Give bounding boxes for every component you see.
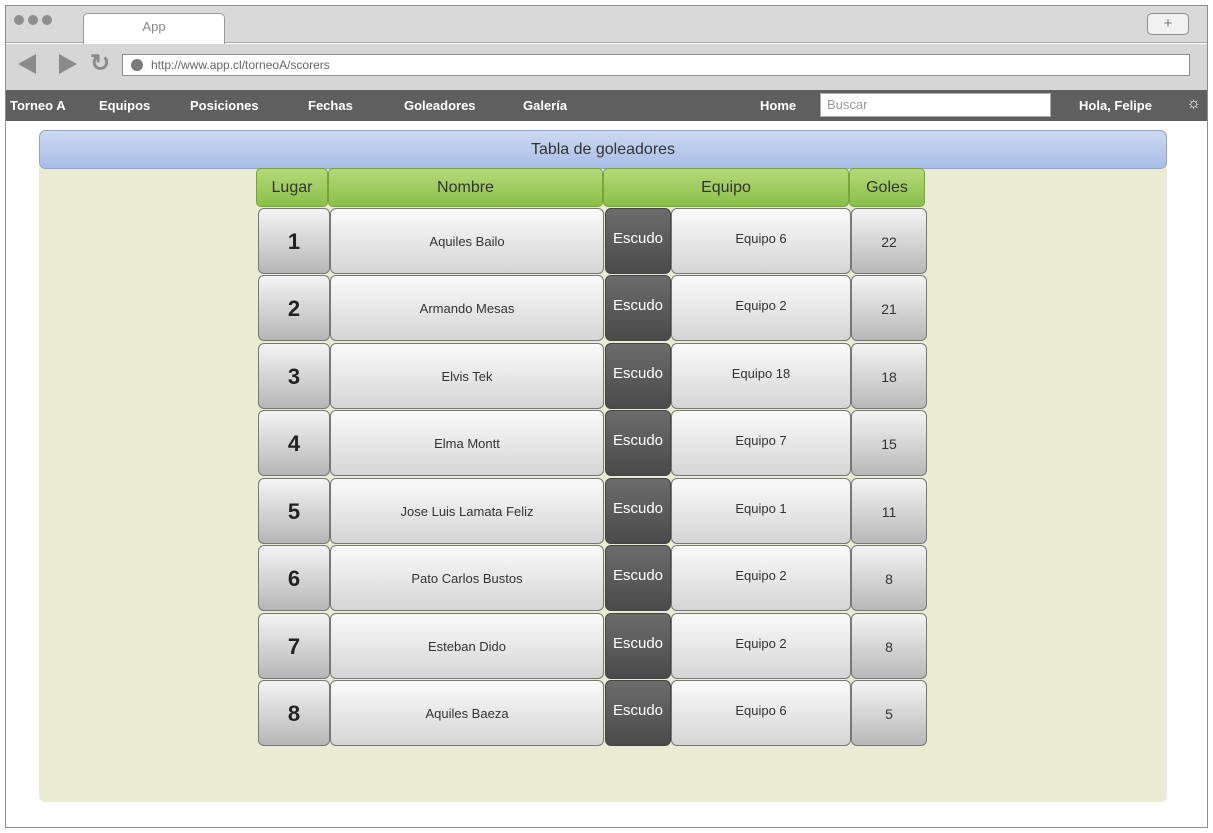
- team-name-cell: Equipo 18: [671, 343, 851, 409]
- goals-cell: 15: [851, 410, 927, 476]
- team-crest-cell: Escudo: [605, 680, 671, 746]
- header-name: Nombre: [328, 168, 603, 207]
- menu-item-home[interactable]: Home: [760, 98, 796, 113]
- team-crest-cell: Escudo: [605, 478, 671, 544]
- player-name-cell: Elma Montt: [330, 410, 604, 476]
- place-cell: 1: [258, 208, 330, 274]
- team-crest-cell: Escudo: [605, 208, 671, 274]
- browser-tab[interactable]: App: [83, 13, 225, 44]
- menu-item-goleadores[interactable]: Goleadores: [404, 98, 476, 113]
- place-cell: 3: [258, 343, 330, 409]
- place-cell: 5: [258, 478, 330, 544]
- title-bar: App +: [6, 6, 1207, 44]
- browser-window: App + ↻ http://www.app.cl/torneoA/scorer…: [5, 5, 1208, 828]
- team-name-cell: Equipo 2: [671, 613, 851, 679]
- menu-bar: Torneo A Equipos Posiciones Fechas Golea…: [6, 90, 1207, 121]
- new-tab-button[interactable]: +: [1147, 13, 1189, 35]
- team-name-cell: Equipo 2: [671, 275, 851, 341]
- place-cell: 8: [258, 680, 330, 746]
- header-goals: Goles: [849, 168, 925, 207]
- user-greeting[interactable]: Hola, Felipe: [1079, 98, 1152, 113]
- place-cell: 2: [258, 275, 330, 341]
- goals-cell: 22: [851, 208, 927, 274]
- header-place: Lugar: [256, 168, 328, 207]
- team-name-cell: Equipo 6: [671, 680, 851, 746]
- team-name-cell: Equipo 6: [671, 208, 851, 274]
- address-bar-row: ↻ http://www.app.cl/torneoA/scorers: [6, 44, 1207, 90]
- place-cell: 4: [258, 410, 330, 476]
- site-info-icon: [131, 59, 143, 71]
- player-name-cell: Elvis Tek: [330, 343, 604, 409]
- close-window-icon[interactable]: [14, 15, 24, 25]
- gear-icon[interactable]: ☼: [1186, 95, 1201, 113]
- player-name-cell: Aquiles Baeza: [330, 680, 604, 746]
- team-crest-cell: Escudo: [605, 275, 671, 341]
- team-name-cell: Equipo 1: [671, 478, 851, 544]
- menu-item-fechas[interactable]: Fechas: [308, 98, 353, 113]
- reload-icon[interactable]: ↻: [90, 52, 110, 76]
- window-controls: [14, 15, 52, 25]
- header-team: Equipo: [603, 168, 849, 207]
- forward-arrow-icon[interactable]: [59, 54, 77, 74]
- team-crest-cell: Escudo: [605, 410, 671, 476]
- search-input[interactable]: Buscar: [820, 93, 1051, 117]
- page-title: Tabla de goleadores: [39, 130, 1167, 169]
- menu-brand[interactable]: Torneo A: [10, 98, 66, 113]
- player-name-cell: Aquiles Bailo: [330, 208, 604, 274]
- team-crest-cell: Escudo: [605, 545, 671, 611]
- player-name-cell: Pato Carlos Bustos: [330, 545, 604, 611]
- team-name-cell: Equipo 7: [671, 410, 851, 476]
- goals-cell: 21: [851, 275, 927, 341]
- player-name-cell: Jose Luis Lamata Feliz: [330, 478, 604, 544]
- minimize-window-icon[interactable]: [28, 15, 38, 25]
- place-cell: 6: [258, 545, 330, 611]
- url-field[interactable]: http://www.app.cl/torneoA/scorers: [122, 54, 1190, 76]
- goals-cell: 5: [851, 680, 927, 746]
- goals-cell: 11: [851, 478, 927, 544]
- goals-cell: 8: [851, 545, 927, 611]
- team-name-cell: Equipo 2: [671, 545, 851, 611]
- team-crest-cell: Escudo: [605, 343, 671, 409]
- back-arrow-icon[interactable]: [18, 54, 36, 74]
- goals-cell: 8: [851, 613, 927, 679]
- goals-cell: 18: [851, 343, 927, 409]
- maximize-window-icon[interactable]: [42, 15, 52, 25]
- menu-item-posiciones[interactable]: Posiciones: [190, 98, 259, 113]
- player-name-cell: Armando Mesas: [330, 275, 604, 341]
- place-cell: 7: [258, 613, 330, 679]
- menu-item-equipos[interactable]: Equipos: [99, 98, 150, 113]
- url-text: http://www.app.cl/torneoA/scorers: [151, 58, 330, 72]
- menu-item-galeria[interactable]: Galería: [523, 98, 567, 113]
- team-crest-cell: Escudo: [605, 613, 671, 679]
- player-name-cell: Esteban Dido: [330, 613, 604, 679]
- main-content: Tabla de goleadores Lugar Nombre Equipo …: [39, 130, 1167, 802]
